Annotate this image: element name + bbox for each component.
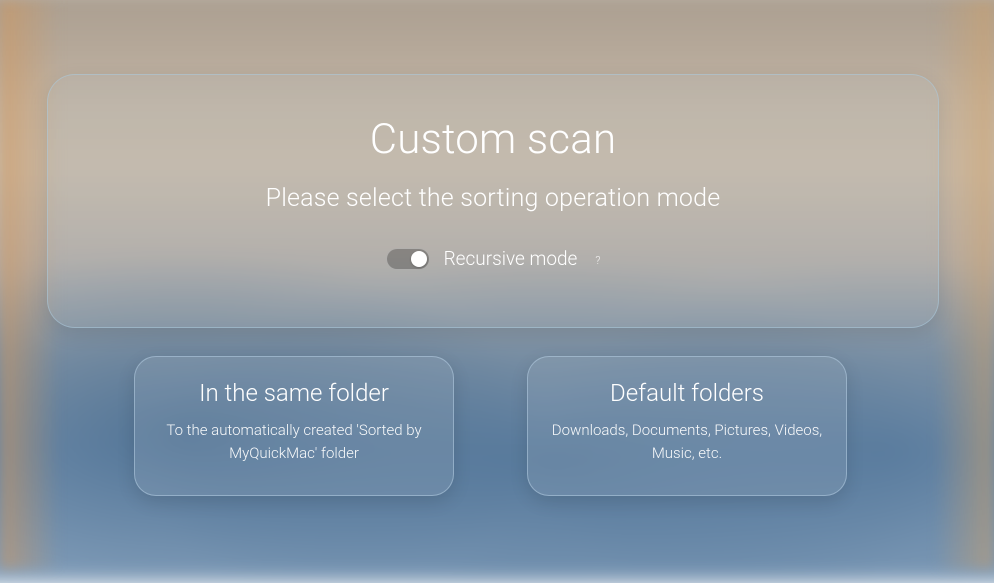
option-same-folder-desc: To the automatically created 'Sorted by … — [135, 419, 453, 466]
recursive-mode-toggle[interactable] — [386, 248, 430, 270]
recursive-mode-row: Recursive mode ? — [386, 247, 601, 270]
page-subtitle: Please select the sorting operation mode — [266, 184, 721, 213]
recursive-mode-label: Recursive mode — [444, 247, 578, 270]
option-same-folder-title: In the same folder — [199, 379, 389, 407]
option-default-folders-title: Default folders — [610, 379, 764, 407]
content: Custom scan Please select the sorting op… — [0, 0, 994, 569]
option-default-folders[interactable]: Default folders Downloads, Documents, Pi… — [527, 356, 847, 496]
main-panel: Custom scan Please select the sorting op… — [47, 74, 939, 328]
help-icon[interactable]: ? — [595, 254, 600, 267]
toggle-knob — [411, 251, 427, 267]
option-same-folder[interactable]: In the same folder To the automatically … — [134, 356, 454, 496]
option-default-folders-desc: Downloads, Documents, Pictures, Videos, … — [528, 419, 846, 466]
page-title: Custom scan — [370, 115, 617, 164]
